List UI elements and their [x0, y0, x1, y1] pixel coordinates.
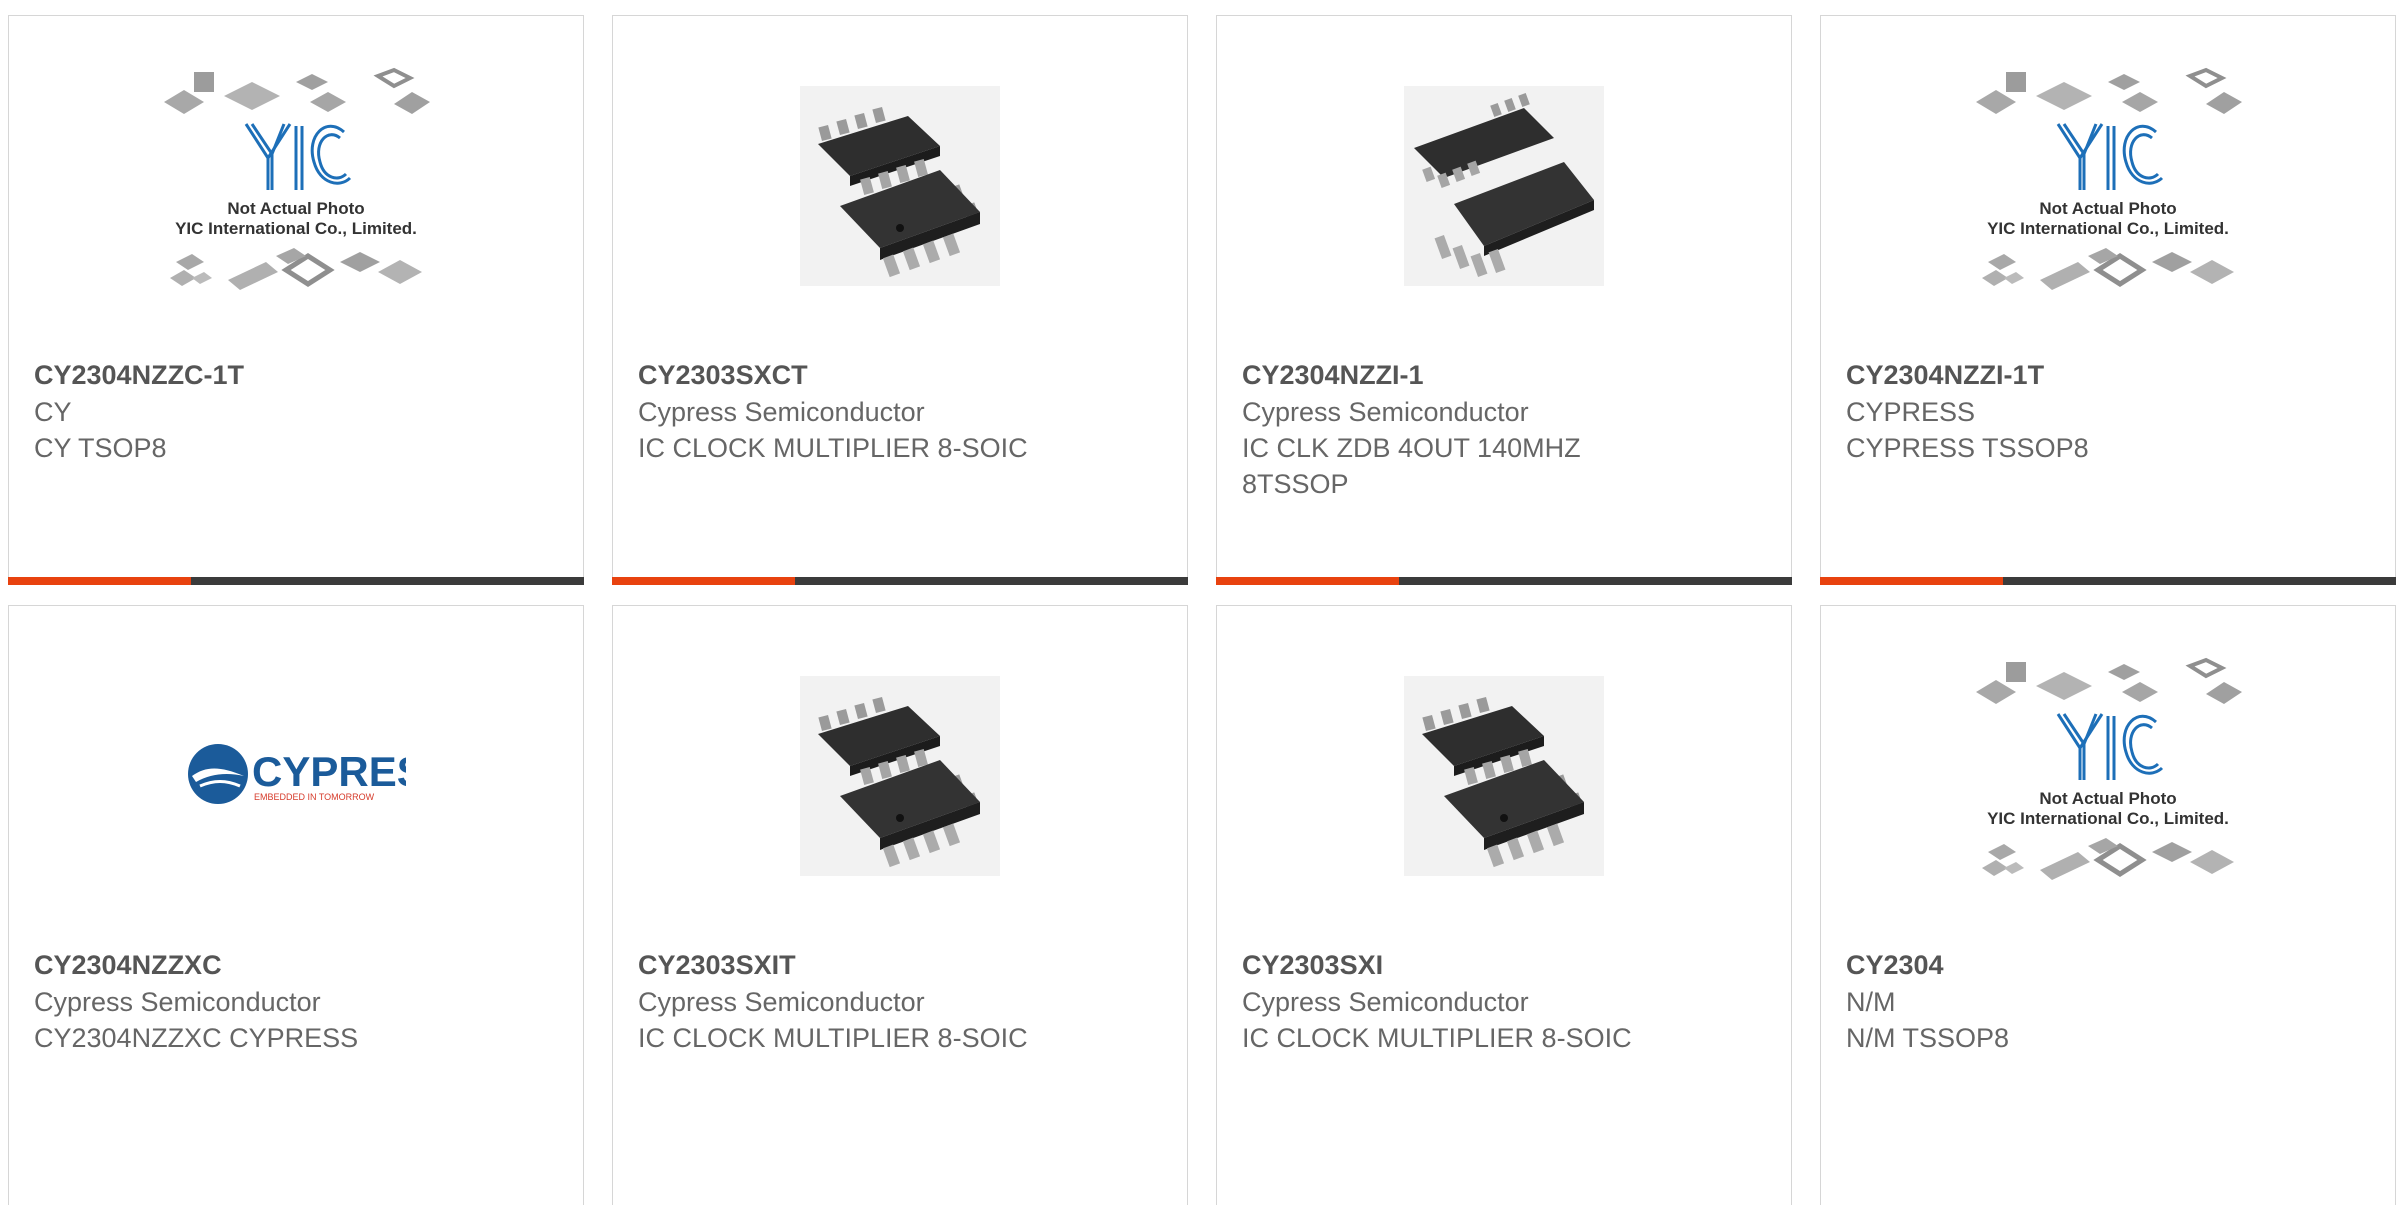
- product-card-cy2304nzzi-1[interactable]: CY2304NZZI-1 Cypress Semiconductor IC CL…: [1216, 15, 1792, 585]
- part-number[interactable]: CY2303SXIT: [638, 946, 1162, 984]
- image-caption-line2: YIC International Co., Limited.: [1987, 809, 2229, 828]
- product-image[interactable]: Not Actual Photo YIC International Co., …: [9, 16, 583, 356]
- yic-logo-icon: [244, 123, 352, 190]
- cypress-logo-tagline: EMBEDDED IN TOMORROW: [254, 792, 375, 802]
- description: IC CLK ZDB 4OUT 140MHZ 8TSSOP: [1242, 433, 1581, 499]
- description: CY2304NZZXC CYPRESS: [34, 1023, 359, 1053]
- product-image[interactable]: [613, 606, 1187, 946]
- description: IC CLOCK MULTIPLIER 8-SOIC: [638, 1023, 1028, 1053]
- manufacturer: Cypress Semiconductor: [34, 987, 321, 1017]
- card-accent-bar: [8, 577, 191, 585]
- manufacturer: Cypress Semiconductor: [638, 397, 925, 427]
- part-number[interactable]: CY2304NZZI-1T: [1846, 356, 2370, 394]
- product-card-cy2303sxct[interactable]: CY2303SXCT Cypress Semiconductor IC CLOC…: [612, 15, 1188, 585]
- image-caption-line1: Not Actual Photo: [227, 199, 364, 218]
- manufacturer: CYPRESS: [1846, 397, 1976, 427]
- image-caption-line2: YIC International Co., Limited.: [175, 219, 417, 238]
- description: IC CLOCK MULTIPLIER 8-SOIC: [638, 433, 1028, 463]
- placeholder-photo-icon: Not Actual Photo YIC International Co., …: [164, 67, 430, 290]
- product-card-cy2304nzzxc[interactable]: CYPRESS EMBEDDED IN TOMORROW CY2304NZZXC…: [8, 605, 584, 1205]
- soic-chip-icon: [1404, 676, 1604, 876]
- part-number[interactable]: CY2304NZZC-1T: [34, 356, 558, 394]
- description: CY TSOP8: [34, 433, 167, 463]
- part-number[interactable]: CY2303SXCT: [638, 356, 1162, 394]
- description: CYPRESS TSSOP8: [1846, 433, 2089, 463]
- product-card-cy2304[interactable]: Not Actual Photo YIC International Co., …: [1820, 605, 2396, 1205]
- tssop-chip-icon: [1404, 86, 1604, 286]
- product-card-cy2303sxi[interactable]: CY2303SXI Cypress Semiconductor IC CLOCK…: [1216, 605, 1792, 1205]
- card-bottom-bar: [1820, 577, 2396, 585]
- card-accent-bar: [1820, 577, 2003, 585]
- part-number[interactable]: CY2304: [1846, 946, 2370, 984]
- card-bottom-bar: [1216, 577, 1792, 585]
- product-card-cy2303sxit[interactable]: CY2303SXIT Cypress Semiconductor IC CLOC…: [612, 605, 1188, 1205]
- part-number[interactable]: CY2304NZZI-1: [1242, 356, 1766, 394]
- image-caption-line1: Not Actual Photo: [2039, 199, 2176, 218]
- cypress-logo-word: CYPRESS: [252, 748, 406, 795]
- description: IC CLOCK MULTIPLIER 8-SOIC: [1242, 1023, 1632, 1053]
- product-image[interactable]: [613, 16, 1187, 356]
- product-image[interactable]: [1217, 16, 1791, 356]
- placeholder-photo-icon: Not Actual Photo YIC International Co., …: [1976, 67, 2242, 290]
- product-image[interactable]: CYPRESS EMBEDDED IN TOMORROW: [9, 606, 583, 946]
- image-caption-line2: YIC International Co., Limited.: [1987, 219, 2229, 238]
- product-image[interactable]: Not Actual Photo YIC International Co., …: [1821, 16, 2395, 356]
- image-caption-line1: Not Actual Photo: [2039, 789, 2176, 808]
- part-number[interactable]: CY2303SXI: [1242, 946, 1766, 984]
- placeholder-photo-icon: Not Actual Photo YIC International Co., …: [1976, 657, 2242, 880]
- yic-logo-icon: [2056, 123, 2164, 190]
- cypress-logo-icon: CYPRESS EMBEDDED IN TOMORROW: [188, 744, 406, 804]
- yic-logo-icon: [2056, 713, 2164, 780]
- manufacturer: N/M: [1846, 987, 1896, 1017]
- card-bottom-bar: [612, 577, 1188, 585]
- manufacturer: CY: [34, 397, 72, 427]
- card-accent-bar: [1216, 577, 1399, 585]
- card-accent-bar: [612, 577, 795, 585]
- card-bottom-bar: [8, 577, 584, 585]
- part-number[interactable]: CY2304NZZXC: [34, 946, 558, 984]
- product-image[interactable]: Not Actual Photo YIC International Co., …: [1821, 606, 2395, 946]
- soic-chip-icon: [800, 676, 1000, 876]
- manufacturer: Cypress Semiconductor: [638, 987, 925, 1017]
- product-card-cy2304nzzc-1t[interactable]: Not Actual Photo YIC International Co., …: [8, 15, 584, 585]
- manufacturer: Cypress Semiconductor: [1242, 397, 1529, 427]
- product-image[interactable]: [1217, 606, 1791, 946]
- product-card-cy2304nzzi-1t[interactable]: Not Actual Photo YIC International Co., …: [1820, 15, 2396, 585]
- manufacturer: Cypress Semiconductor: [1242, 987, 1529, 1017]
- description: N/M TSSOP8: [1846, 1023, 2010, 1053]
- soic-chip-icon: [800, 86, 1000, 286]
